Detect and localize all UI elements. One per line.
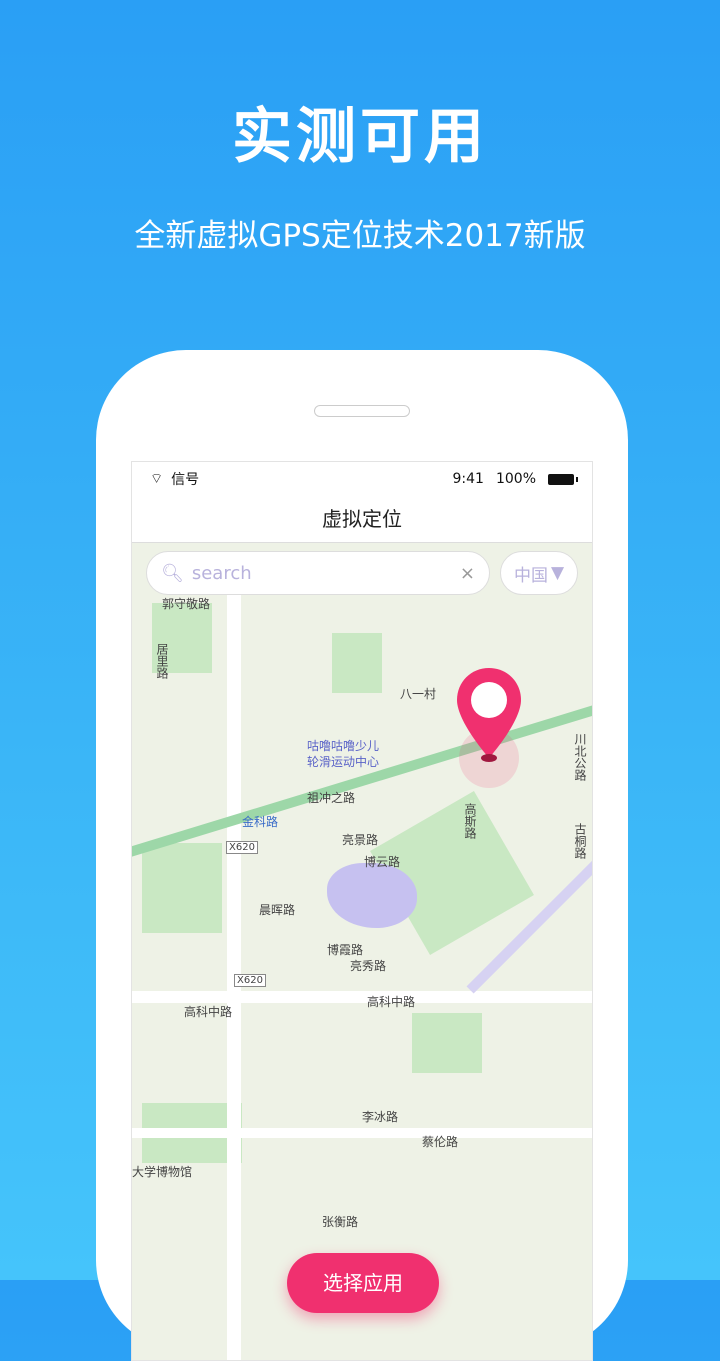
clear-icon[interactable]: × bbox=[460, 563, 475, 584]
select-app-button[interactable]: 选择应用 bbox=[287, 1253, 439, 1313]
map-label: 张衡路 bbox=[322, 1215, 359, 1229]
map-label: 博霞路 bbox=[327, 943, 364, 957]
map-label: 咕噜咕噜少儿 bbox=[307, 739, 380, 753]
map-label: 郭守敬路 bbox=[162, 597, 211, 611]
battery-icon bbox=[548, 473, 578, 485]
search-input[interactable]: 🔍︎ search × bbox=[146, 551, 490, 595]
phone-mockup: ⌔ 信号 9:41 100% 虚拟定位 郭守敬路 八一村 咕噜咕噜少儿 轮滑运动中心… bbox=[96, 350, 628, 1361]
country-select[interactable]: 中国 ▼ bbox=[500, 551, 578, 595]
map-label: 八一村 bbox=[400, 687, 437, 701]
map-label: 亮秀路 bbox=[350, 959, 387, 973]
map-view[interactable]: 郭守敬路 八一村 咕噜咕噜少儿 轮滑运动中心 祖冲之路 金科路 亮景路 博云路 … bbox=[132, 543, 592, 1360]
map-label: X620 bbox=[234, 974, 266, 987]
map-label: 金科路 bbox=[242, 815, 279, 829]
map-label: 博云路 bbox=[364, 855, 401, 869]
map-label: 轮滑运动中心 bbox=[307, 755, 380, 769]
map-label: 大学博物馆 bbox=[132, 1165, 193, 1179]
subtitle: 全新虚拟GPS定位技术2017新版 bbox=[134, 218, 586, 254]
map-label: 蔡伦路 bbox=[422, 1135, 459, 1149]
headline: 实测可用 bbox=[232, 102, 488, 172]
location-pin-icon[interactable] bbox=[457, 668, 527, 788]
time: 9:41 bbox=[452, 471, 484, 487]
map-label: 高科中路 bbox=[184, 1005, 233, 1019]
map-label: 居里路 bbox=[155, 643, 169, 679]
map-label: 高科中路 bbox=[367, 995, 416, 1009]
status-bar: ⌔ 信号 9:41 100% bbox=[132, 462, 592, 496]
map-label: 古桐路 bbox=[573, 823, 587, 859]
carrier: 信号 bbox=[171, 472, 200, 488]
phone-screen: ⌔ 信号 9:41 100% 虚拟定位 郭守敬路 八一村 咕噜咕噜少儿 轮滑运动中心… bbox=[131, 461, 593, 1361]
wifi-icon: ⌔ bbox=[150, 471, 164, 487]
map-label: 高斯路 bbox=[463, 803, 477, 839]
map-label: 李冰路 bbox=[362, 1110, 399, 1124]
search-icon: 🔍︎ bbox=[161, 562, 184, 584]
map-label: 亮景路 bbox=[342, 833, 379, 847]
battery-percent: 100% bbox=[495, 471, 536, 487]
country-label: 中国 bbox=[513, 565, 548, 586]
map-label: 川北公路 bbox=[573, 733, 587, 781]
phone-speaker bbox=[314, 405, 410, 417]
chevron-down-icon: ▼ bbox=[550, 563, 565, 583]
search-placeholder: search bbox=[191, 562, 252, 584]
map-label: 晨晖路 bbox=[259, 903, 296, 917]
page-title: 虚拟定位 bbox=[132, 496, 592, 543]
map-label: 祖冲之路 bbox=[307, 791, 356, 805]
map-label: X620 bbox=[226, 841, 258, 854]
